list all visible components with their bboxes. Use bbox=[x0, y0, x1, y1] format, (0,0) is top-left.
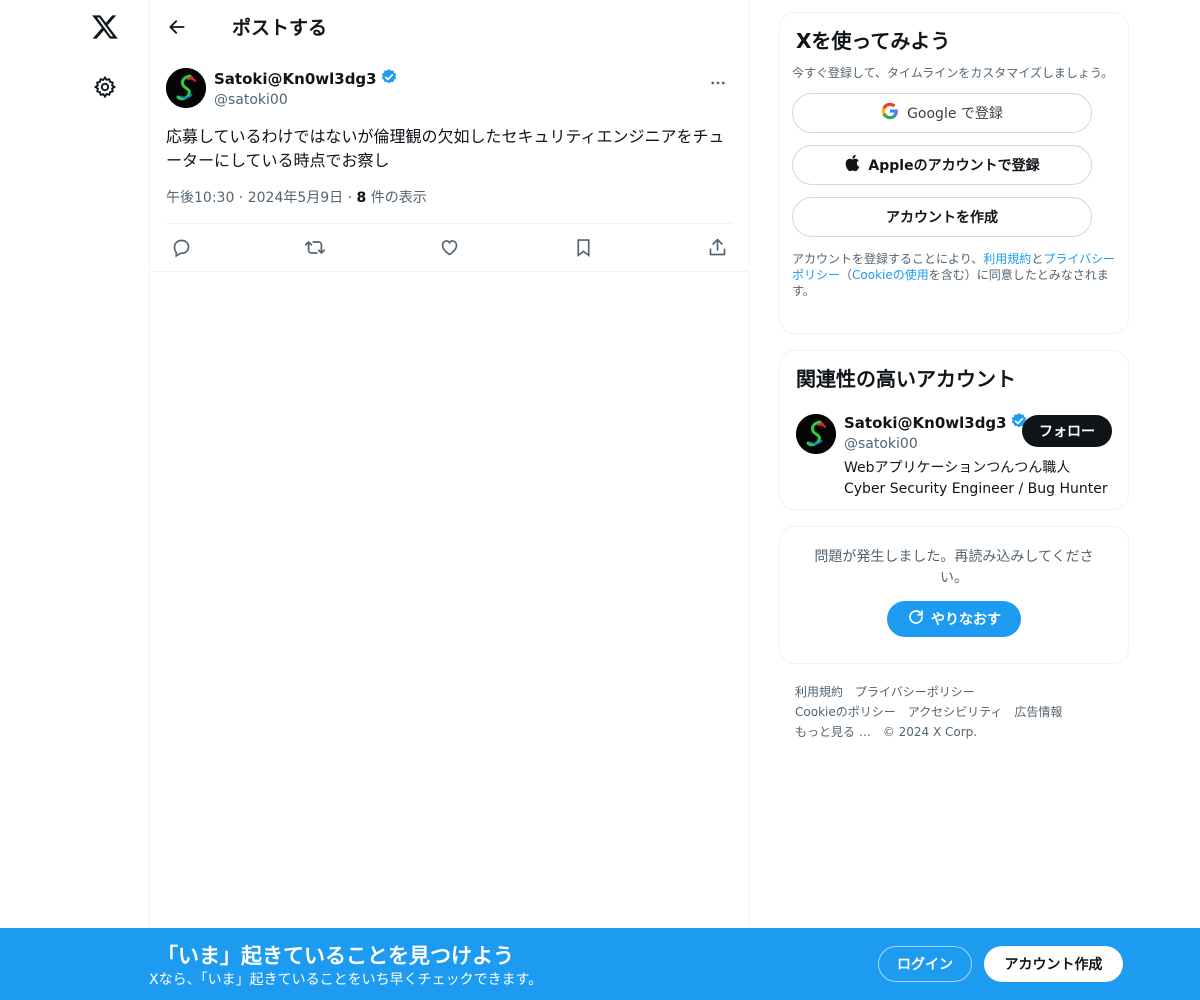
bio-line: Cyber Security Engineer / Bug Hunter bbox=[844, 481, 1108, 497]
bookmark-icon[interactable] bbox=[572, 237, 594, 259]
more-options-icon[interactable] bbox=[704, 69, 732, 97]
views-count: 8 bbox=[356, 190, 367, 206]
footer-accessibility-link[interactable]: アクセシビリティ bbox=[908, 705, 1003, 719]
views-label: 件の表示 bbox=[366, 190, 427, 206]
x-logo-icon[interactable] bbox=[89, 11, 121, 43]
bottom-signup-banner: 「いま」起きていることを見つけよう Xなら、「いま」起きていることをいち早くチェ… bbox=[0, 928, 1200, 1000]
footer-links: 利用規約 プライバシーポリシー Cookieのポリシー アクセシビリティ 広告情報 も… bbox=[779, 682, 1129, 742]
signup-card: Xを使ってみよう 今すぐ登録して、タイムラインをカスタマイズしましょう。 Goo… bbox=[779, 12, 1129, 334]
signup-title: Xを使ってみよう bbox=[796, 29, 951, 53]
related-account-name[interactable]: Satoki@Kn0wl3dg3 bbox=[844, 414, 1007, 432]
banner-subtitle: Xなら、「いま」起きていることをいち早くチェックできます。 bbox=[149, 972, 543, 988]
retry-button[interactable]: やりなおす bbox=[887, 601, 1021, 637]
author-name-row: Satoki@Kn0wl3dg3 bbox=[214, 68, 398, 90]
author-name[interactable]: Satoki@Kn0wl3dg3 bbox=[214, 70, 377, 88]
tweet-author: Satoki@Kn0wl3dg3 @satoki00 bbox=[166, 65, 732, 111]
error-message: 問題が発生しました。再読み込みしてください。 bbox=[814, 549, 1094, 586]
signup-subtitle: 今すぐ登録して、タイムラインをカスタマイズしましょう。 bbox=[792, 66, 1114, 80]
legal-prefix: アカウントを登録することにより、 bbox=[792, 252, 984, 266]
page-title: ポストする bbox=[232, 17, 328, 39]
follow-button[interactable]: フォロー bbox=[1022, 415, 1112, 447]
related-account-row[interactable]: Satoki@Kn0wl3dg3 @satoki00 Webアプリケーションつん… bbox=[796, 412, 1112, 500]
footer-privacy-link[interactable]: プライバシーポリシー bbox=[855, 685, 975, 699]
footer-more-link[interactable]: もっと見る … bbox=[795, 725, 871, 739]
avatar[interactable] bbox=[166, 68, 206, 108]
apple-signup-label: Appleのアカウントで登録 bbox=[868, 158, 1040, 174]
related-accounts-card: 関連性の高いアカウント Satoki@Kn0wl3dg3 @satoki00 W… bbox=[779, 350, 1129, 510]
reply-icon[interactable] bbox=[170, 237, 192, 259]
legal-paren: （ bbox=[840, 268, 853, 282]
error-card: 問題が発生しました。再読み込みしてください。 やりなおす bbox=[779, 526, 1129, 664]
retry-label: やりなおす bbox=[931, 612, 1001, 628]
meta-separator: · bbox=[343, 190, 357, 206]
footer-cookie-link[interactable]: Cookieのポリシー bbox=[795, 705, 896, 719]
tweet-meta: 午後10:30 · 2024年5月9日 · 8 件の表示 bbox=[166, 187, 732, 224]
related-accounts-title: 関連性の高いアカウント bbox=[796, 367, 1016, 391]
like-icon[interactable] bbox=[438, 237, 460, 259]
tweet-date[interactable]: 2024年5月9日 bbox=[248, 190, 343, 206]
left-nav bbox=[0, 0, 150, 1000]
apple-icon bbox=[844, 154, 860, 176]
meta-separator: · bbox=[234, 190, 248, 206]
google-icon bbox=[881, 102, 899, 124]
refresh-icon bbox=[907, 608, 925, 630]
main-column: ポストする Satoki@Kn0wl3dg3 @satoki00 応募しているわ… bbox=[149, 0, 749, 1000]
google-signup-label: Google で登録 bbox=[907, 106, 1003, 122]
share-icon[interactable] bbox=[706, 237, 728, 259]
page-header: ポストする bbox=[150, 0, 748, 53]
footer-copyright: © 2024 X Corp. bbox=[882, 725, 978, 739]
apple-signup-button[interactable]: Appleのアカウントで登録 bbox=[792, 145, 1092, 185]
signup-button[interactable]: アカウント作成 bbox=[984, 946, 1123, 982]
author-handle[interactable]: @satoki00 bbox=[214, 92, 398, 108]
right-sidebar: Xを使ってみよう 今すぐ登録して、タイムラインをカスタマイズしましょう。 Goo… bbox=[779, 0, 1129, 742]
author-meta: Satoki@Kn0wl3dg3 @satoki00 bbox=[214, 68, 398, 108]
banner-title: 「いま」起きていることを見つけよう bbox=[157, 944, 514, 968]
repost-icon[interactable] bbox=[304, 237, 326, 259]
create-account-button[interactable]: アカウントを作成 bbox=[792, 197, 1092, 237]
gear-icon[interactable] bbox=[91, 73, 119, 101]
cookie-link[interactable]: Cookieの使用 bbox=[852, 268, 929, 282]
google-signup-button[interactable]: Google で登録 bbox=[792, 93, 1092, 133]
footer-terms-link[interactable]: 利用規約 bbox=[795, 685, 843, 699]
bio-line: Webアプリケーションつんつん職人 bbox=[844, 460, 1071, 476]
legal-and: と bbox=[1031, 252, 1044, 266]
tweet: Satoki@Kn0wl3dg3 @satoki00 応募しているわけではないが… bbox=[150, 65, 748, 272]
tweet-text: 応募しているわけではないが倫理観の欠如したセキュリティエンジニアをチューターにし… bbox=[166, 127, 725, 170]
tweet-actions bbox=[166, 224, 732, 271]
footer-ads-link[interactable]: 広告情報 bbox=[1014, 705, 1062, 719]
signup-legal-text: アカウントを登録することにより、利用規約とプライバシーポリシー（Cookieの使… bbox=[792, 251, 1116, 299]
avatar[interactable] bbox=[796, 414, 836, 454]
create-account-label: アカウントを作成 bbox=[886, 210, 998, 226]
verified-badge-icon bbox=[380, 68, 398, 90]
tweet-time[interactable]: 午後10:30 bbox=[166, 190, 234, 206]
login-button[interactable]: ログイン bbox=[878, 946, 972, 982]
related-account-bio: Webアプリケーションつんつん職人 Cyber Security Enginee… bbox=[844, 458, 1112, 500]
terms-link[interactable]: 利用規約 bbox=[983, 252, 1031, 266]
back-arrow-icon[interactable] bbox=[160, 10, 194, 44]
